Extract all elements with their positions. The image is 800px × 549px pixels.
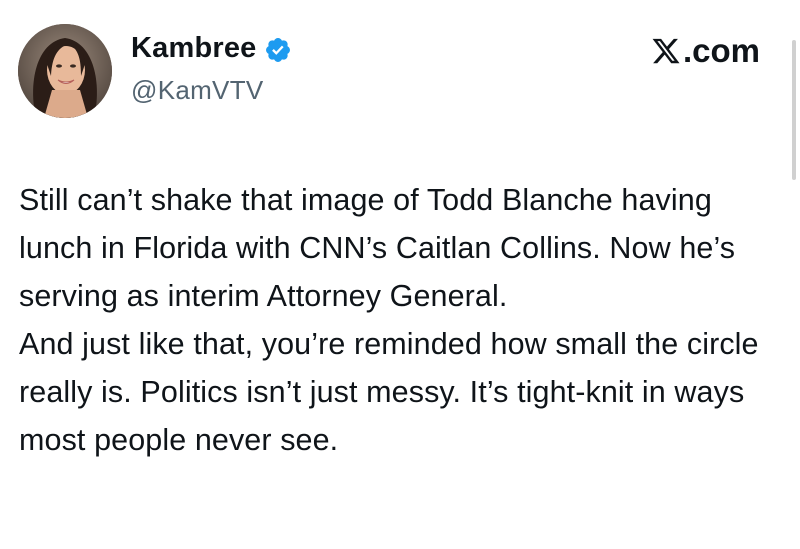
- source-domain-suffix: .com: [682, 32, 760, 69]
- scrollbar[interactable]: [792, 40, 796, 180]
- tweet-card: Kambree @KamVTV .com Still can’t shake t…: [0, 0, 800, 549]
- tweet-text: Still can’t shake that image of Todd Bla…: [19, 176, 779, 464]
- avatar[interactable]: [18, 24, 112, 118]
- author-handle[interactable]: @KamVTV: [131, 75, 264, 106]
- tweet-paragraph: And just like that, you’re reminded how …: [19, 327, 759, 457]
- author-display-name[interactable]: Kambree: [131, 32, 257, 65]
- author-name-row[interactable]: Kambree: [131, 32, 292, 65]
- source-label: .com: [651, 32, 760, 70]
- profile-photo-icon: [18, 24, 112, 118]
- x-logo-icon: [652, 38, 680, 64]
- verified-badge-icon: [265, 37, 290, 62]
- tweet-paragraph: Still can’t shake that image of Todd Bla…: [19, 183, 736, 313]
